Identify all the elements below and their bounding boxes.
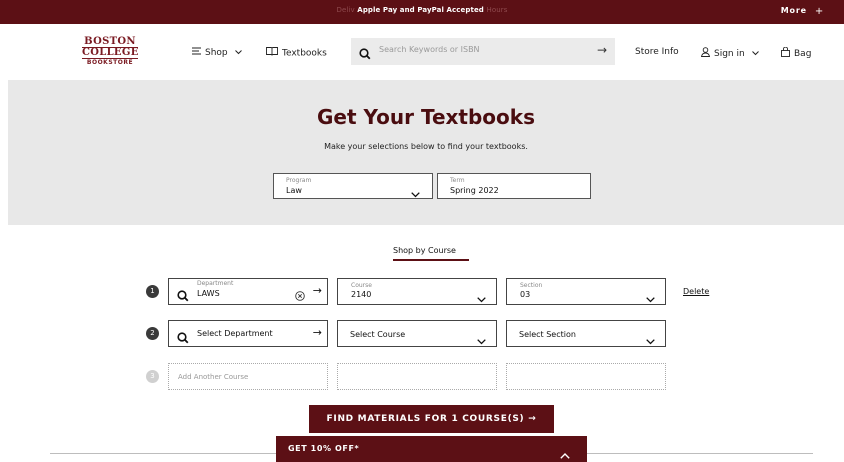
disabled-section-placeholder xyxy=(506,363,666,390)
section-select[interactable]: Section 03 xyxy=(506,278,666,305)
term-select[interactable]: Term Spring 2022 xyxy=(437,173,591,199)
course-number-badge: 1 xyxy=(146,285,159,298)
chevron-down-icon xyxy=(234,48,242,58)
search-icon xyxy=(177,287,189,306)
course-select[interactable]: Select Course xyxy=(337,320,497,347)
add-course-placeholder: Add Another Course xyxy=(178,373,249,381)
arrow-right-icon[interactable]: → xyxy=(313,326,322,339)
chevron-down-icon xyxy=(751,49,759,59)
promo-label: GET 10% OFF* xyxy=(288,444,360,453)
search-input[interactable] xyxy=(379,45,579,54)
department-search-field[interactable]: Department LAWS → xyxy=(168,278,328,305)
section-label: Section xyxy=(520,282,543,289)
section-placeholder: Select Section xyxy=(519,330,576,339)
nav-textbooks-label: Textbooks xyxy=(282,48,327,59)
chevron-up-icon xyxy=(560,444,570,462)
more-button[interactable]: More + xyxy=(780,5,824,17)
nav-bag[interactable]: Bag xyxy=(781,46,812,60)
shop-by-course-tab[interactable]: Shop by Course xyxy=(393,246,456,255)
announcement-main-text: Apple Pay and PayPal Accepted xyxy=(357,6,484,14)
store-logo[interactable]: BOSTON COLLEGE BOOKSTORE xyxy=(82,37,138,67)
course-number-badge: 3 xyxy=(146,370,159,383)
announcement-left-fragment: Deliv xyxy=(336,6,355,14)
search-submit-arrow-icon[interactable]: → xyxy=(597,43,607,57)
announcement-message: Deliv Apple Pay and PayPal Accepted Hour… xyxy=(0,6,844,14)
program-value: Law xyxy=(286,186,302,195)
chevron-down-icon xyxy=(646,330,655,349)
nav-bag-label: Bag xyxy=(794,49,812,59)
chevron-down-icon xyxy=(411,183,420,202)
department-placeholder: Select Department xyxy=(197,329,273,338)
page-subtitle: Make your selections below to find your … xyxy=(324,142,528,151)
nav-shop-label: Shop xyxy=(205,48,228,58)
nav-store-info[interactable]: Store Info xyxy=(635,47,679,57)
menu-lines-icon xyxy=(192,47,201,58)
search-icon xyxy=(359,45,371,64)
disabled-course-placeholder xyxy=(337,363,497,390)
promo-drawer[interactable]: GET 10% OFF* xyxy=(276,436,587,462)
department-label: Department xyxy=(197,280,234,287)
program-label: Program xyxy=(286,177,312,184)
search-icon xyxy=(177,329,189,348)
logo-line-college: COLLEGE xyxy=(82,47,139,59)
user-icon xyxy=(700,47,711,60)
add-another-course-field[interactable]: Add Another Course xyxy=(168,363,328,390)
plus-icon: + xyxy=(814,6,824,17)
department-search-field[interactable]: Select Department → xyxy=(168,320,328,347)
chevron-down-icon xyxy=(477,288,486,307)
clear-icon[interactable] xyxy=(295,286,305,305)
chevron-down-icon xyxy=(646,288,655,307)
chevron-down-icon xyxy=(477,330,486,349)
top-announcement-bar: Deliv Apple Pay and PayPal Accepted Hour… xyxy=(0,0,844,24)
more-label: More xyxy=(780,6,807,15)
section-select[interactable]: Select Section xyxy=(506,320,666,347)
open-book-icon xyxy=(266,47,278,59)
logo-line-bookstore: BOOKSTORE xyxy=(86,59,134,66)
nav-shop[interactable]: Shop xyxy=(192,47,242,58)
active-tab-underline xyxy=(393,259,469,261)
course-number-badge: 2 xyxy=(146,327,159,340)
course-placeholder: Select Course xyxy=(350,330,406,339)
nav-textbooks[interactable]: Textbooks xyxy=(266,47,327,59)
term-label: Term xyxy=(450,177,465,184)
announcement-right-fragment: Hours xyxy=(486,6,508,14)
nav-sign-in[interactable]: Sign in xyxy=(700,47,759,60)
search-bar: → xyxy=(351,38,615,65)
find-materials-button[interactable]: FIND MATERIALS FOR 1 COURSE(S) → xyxy=(309,405,554,433)
course-select[interactable]: Course 2140 xyxy=(337,278,497,305)
section-value: 03 xyxy=(520,290,531,299)
department-value: LAWS xyxy=(197,289,220,298)
course-label: Course xyxy=(351,282,372,289)
textbook-hero: Get Your Textbooks Make your selections … xyxy=(8,80,844,225)
page-title: Get Your Textbooks xyxy=(317,105,535,129)
bag-icon xyxy=(781,46,790,60)
site-header: BOSTON COLLEGE BOOKSTORE Shop Textbooks … xyxy=(0,24,844,80)
course-value: 2140 xyxy=(351,290,372,299)
program-select[interactable]: Program Law xyxy=(273,173,433,199)
delete-course-link[interactable]: Delete xyxy=(683,287,709,296)
logo-line-boston: BOSTON xyxy=(84,36,136,47)
nav-sign-in-label: Sign in xyxy=(714,49,745,59)
term-value: Spring 2022 xyxy=(450,186,499,195)
arrow-right-icon[interactable]: → xyxy=(313,284,322,297)
